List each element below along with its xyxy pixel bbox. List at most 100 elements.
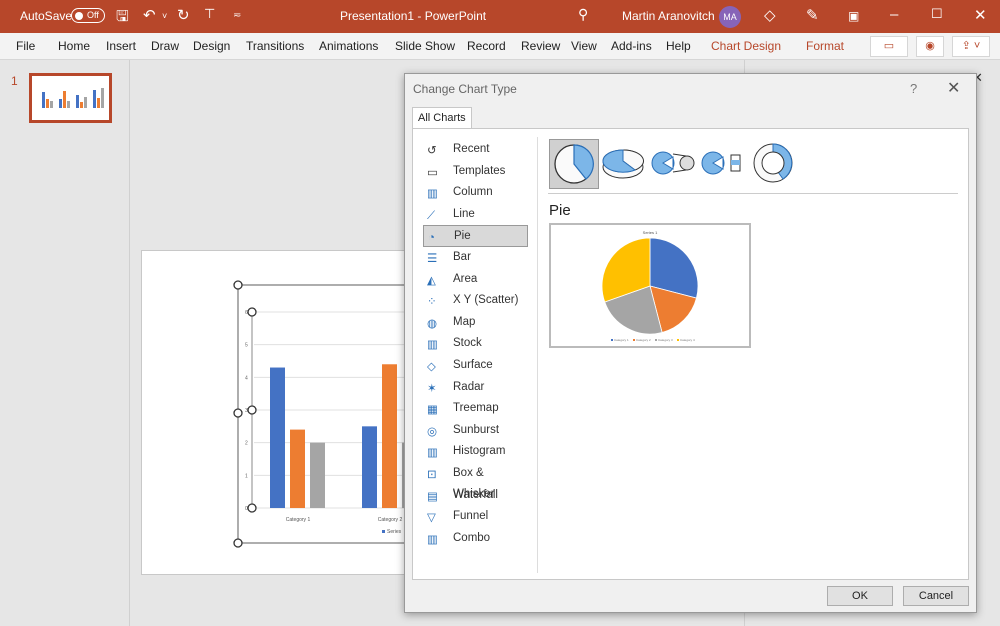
chart-type-map[interactable]: ◍ Map <box>423 312 528 334</box>
undo-icon[interactable]: ↶ <box>143 6 156 24</box>
legend-marker <box>611 339 613 341</box>
y-tick-label: 4 <box>245 375 248 381</box>
slide[interactable]: 0 1 2 3 4 5 6 Category 1 Category 2 Series <box>141 250 453 576</box>
save-icon[interactable]: 🖫 <box>116 6 129 31</box>
ribbon-display-icon[interactable]: ▣ <box>848 9 859 23</box>
tab-draw[interactable]: Draw <box>151 39 179 53</box>
tab-help[interactable]: Help <box>666 39 691 53</box>
chart-type-funnel[interactable]: ▽ Funnel <box>423 506 528 528</box>
chart-type-label: Funnel <box>453 510 489 523</box>
chart-type-surface[interactable]: ◇ Surface <box>423 355 528 377</box>
minimize-icon[interactable]: – <box>890 6 898 23</box>
chart-type-area[interactable]: ◭ Area <box>423 269 528 291</box>
subtype-pie-of-pie[interactable] <box>649 139 699 189</box>
chart-type-column[interactable]: ▥ Column <box>423 182 528 204</box>
share-button[interactable]: ⇪ ˅ <box>952 36 990 57</box>
chart-type-waterfall[interactable]: ▤ Waterfall <box>423 485 528 507</box>
subtype-bar-of-pie[interactable] <box>699 139 749 189</box>
chart-subtype-title: Pie <box>549 202 571 219</box>
redo-icon[interactable]: ↻ <box>177 6 190 24</box>
undo-dropdown-icon[interactable]: ˅ <box>162 11 167 21</box>
chart-type-combo[interactable]: ▥ Combo <box>423 528 528 550</box>
tab-insert[interactable]: Insert <box>106 39 136 53</box>
chart-type-icon: ⊡ <box>427 468 437 481</box>
help-button[interactable]: ? <box>910 81 917 96</box>
chart-type-icon: ✶ <box>427 382 437 395</box>
subtype-3d-pie[interactable] <box>599 139 649 189</box>
dialog-body: ↺ Recent ▭ Templates ▥ Column ⟋ Line ◔ Pie ☰ Bar ◭ Ar… <box>412 128 969 580</box>
tab-design[interactable]: Design <box>193 39 230 53</box>
chart-type-histogram[interactable]: ▥ Histogram <box>423 441 528 463</box>
chart-type-label: Treemap <box>453 402 499 415</box>
slide-number: 1 <box>11 74 18 88</box>
chart-type-label: Bar <box>453 250 471 263</box>
chart-type-icon: ◔ <box>428 232 435 245</box>
divider <box>548 193 958 194</box>
tab-view[interactable]: View <box>571 39 597 53</box>
present-icon[interactable]: ⊤ <box>204 6 215 22</box>
record-button[interactable]: ◉ <box>916 36 944 57</box>
tab-slide-show[interactable]: Slide Show <box>395 39 455 53</box>
customize-qat-icon[interactable]: ≂ <box>233 10 241 21</box>
comments-button[interactable]: ▭ <box>870 36 908 57</box>
chart-type-label: Sunburst <box>453 423 500 436</box>
chart-type-pie[interactable]: ◔ Pie <box>423 225 528 247</box>
chart-type-bar[interactable]: ☰ Bar <box>423 247 528 269</box>
tab-home[interactable]: Home <box>58 39 90 53</box>
legend-label: Category 4 <box>680 338 695 342</box>
chart-type-label: Radar <box>453 380 485 393</box>
chart-type-icon: ▽ <box>427 512 436 525</box>
subtype-doughnut[interactable] <box>749 139 799 189</box>
tab-animations[interactable]: Animations <box>319 39 378 53</box>
dialog-close-button[interactable]: ✕ <box>947 78 960 98</box>
y-tick-label: 1 <box>245 473 248 479</box>
tab-format[interactable]: Format <box>806 39 844 53</box>
chart-type-templates[interactable]: ▭ Templates <box>423 161 528 183</box>
designer-icon[interactable]: ✎ <box>806 6 819 24</box>
chart-type-treemap[interactable]: ▦ Treemap <box>423 398 528 420</box>
close-icon[interactable]: ✕ <box>974 6 987 24</box>
chart-type-radar[interactable]: ✶ Radar <box>423 377 528 399</box>
y-tick-label: 2 <box>245 441 248 447</box>
cancel-button[interactable]: Cancel <box>903 586 969 606</box>
chart-type-x-y-scatter-[interactable]: ⁘ X Y (Scatter) <box>423 290 528 312</box>
divider <box>537 137 538 573</box>
tab-file[interactable]: File <box>16 39 35 53</box>
chart-type-icon: ◭ <box>427 274 436 287</box>
change-chart-type-dialog: Change Chart Type ? ✕ All Charts ↺ Recent… <box>404 73 977 613</box>
search-icon[interactable]: ⚲ <box>578 6 588 23</box>
chart-type-line[interactable]: ⟋ Line <box>423 204 528 226</box>
chart-type-icon: ▤ <box>427 490 438 503</box>
tab-review[interactable]: Review <box>521 39 560 53</box>
chart-type-label: Combo <box>453 531 491 544</box>
slide-thumbnail[interactable] <box>29 73 112 123</box>
chart-type-box-whisker[interactable]: ⊡ Box & Whisker <box>423 463 528 500</box>
subtype-pie[interactable] <box>549 139 599 189</box>
chart-type-icon: ◎ <box>427 425 438 438</box>
bar <box>362 426 377 508</box>
chart-type-stock[interactable]: ▥ Stock <box>423 333 528 355</box>
autosave-toggle[interactable]: Off <box>71 8 105 23</box>
tab-chart-design[interactable]: Chart Design <box>711 39 781 53</box>
tab-add-ins[interactable]: Add-ins <box>611 39 652 53</box>
tab-all-charts[interactable]: All Charts <box>412 107 472 129</box>
chart-type-recent[interactable]: ↺ Recent <box>423 139 528 161</box>
chart-type-icon: ▥ <box>427 188 438 201</box>
ok-button[interactable]: OK <box>827 586 893 606</box>
avatar[interactable]: MA <box>719 6 741 28</box>
premium-icon[interactable]: ◇ <box>764 6 776 24</box>
maximize-icon[interactable]: ☐ <box>931 6 943 22</box>
chart-type-icon: ▥ <box>427 447 438 460</box>
chart-type-label: Recent <box>453 143 490 155</box>
chart-type-label: Templates <box>453 164 506 177</box>
column-chart[interactable]: 0123456Category 1 Category 2Series <box>142 251 453 576</box>
pie-title: Series 1 <box>643 230 658 235</box>
chart-type-icon: ▭ <box>427 166 438 179</box>
chart-type-label: Pie <box>454 230 471 243</box>
thumbnail-chart <box>42 88 104 108</box>
chart-type-sunburst[interactable]: ◎ Sunburst <box>423 420 528 442</box>
tab-transitions[interactable]: Transitions <box>246 39 304 53</box>
tab-record[interactable]: Record <box>467 39 506 53</box>
chart-preview[interactable]: Series 1 Category 1 Category 2 Category 3 Ca… <box>549 223 751 348</box>
bar <box>382 364 397 508</box>
